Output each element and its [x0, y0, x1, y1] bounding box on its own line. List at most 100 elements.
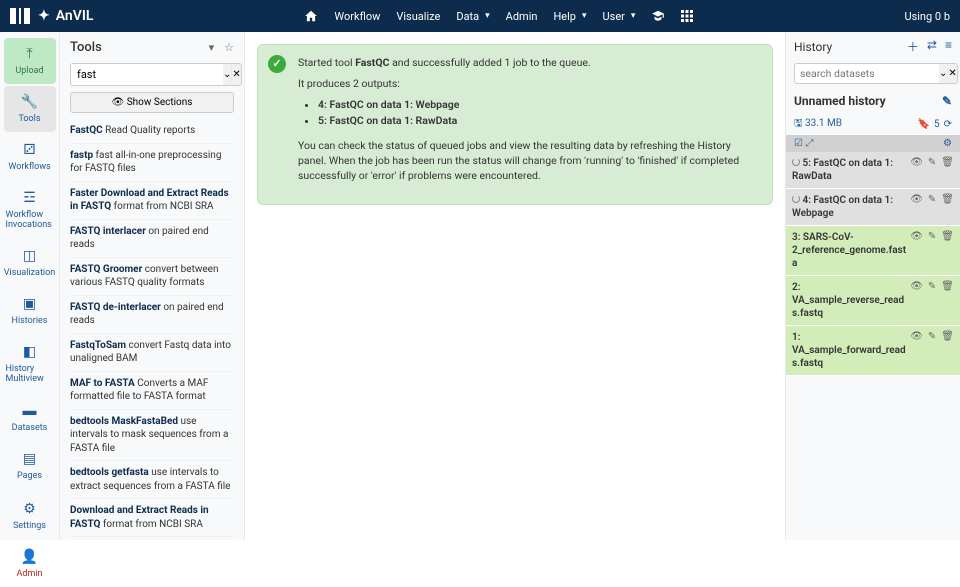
clear-search-button[interactable]: ✕ — [232, 63, 241, 86]
nav-workflow[interactable]: Workflow — [334, 10, 380, 23]
notice-pre: Started tool — [298, 56, 355, 69]
grid-icon[interactable] — [681, 10, 693, 22]
activity-upload[interactable]: ⤒Upload — [4, 38, 56, 84]
notice-post: and successfully added 1 job to the queu… — [389, 56, 590, 69]
activity-tools-label: Tools — [18, 114, 40, 124]
tool-entry[interactable]: Download and Extract Reads in FASTQ form… — [70, 498, 234, 536]
history-name[interactable]: Unnamed history — [794, 94, 886, 108]
activity-admin-label: Admin — [17, 569, 43, 579]
history-size: 33.1 MB — [805, 118, 842, 129]
edit-attrs-icon[interactable]: ✎ — [928, 194, 936, 205]
chart-icon: ◫ — [23, 248, 36, 264]
nav-admin[interactable]: Admin — [506, 10, 538, 23]
history-item[interactable]: 2: VA_sample_reverse_reads.fastq👁✎🗑 — [786, 276, 960, 326]
gear-icon: ⚙ — [23, 501, 36, 517]
home-icon[interactable] — [304, 9, 318, 23]
delete-icon[interactable]: 🗑 — [941, 331, 954, 342]
history-item[interactable]: 3: SARS-CoV-2_reference_genome.fasta👁✎🗑 — [786, 226, 960, 276]
activity-settings-label: Settings — [13, 521, 46, 531]
display-icon[interactable]: 👁 — [910, 157, 923, 168]
display-icon[interactable]: 👁 — [910, 331, 923, 342]
history-search-adv-button[interactable]: ⌄ — [939, 63, 948, 84]
history-search-clear-button[interactable]: ✕ — [948, 63, 957, 84]
grad-cap-icon[interactable] — [651, 9, 665, 23]
database-icon: 🖫 — [794, 118, 803, 129]
activity-workflows-label: Workflows — [8, 162, 50, 172]
history-item-label: 4: FastQC on data 1: Webpage — [792, 194, 906, 220]
top-nav: ✦ AnVIL Workflow Visualize Data Admin He… — [0, 0, 960, 32]
activity-settings[interactable]: ⚙ Settings — [4, 493, 56, 539]
history-count: 5 — [934, 119, 940, 130]
tools-title: Tools — [70, 40, 102, 55]
tool-entry[interactable]: fastp fast all-in-one preprocessing for … — [70, 143, 234, 181]
edit-attrs-icon[interactable]: ✎ — [928, 157, 936, 168]
notice-line2: It produces 2 outputs: — [298, 76, 760, 91]
history-options-icon[interactable]: ≡ — [945, 38, 952, 55]
favorite-icon[interactable]: ☆ — [224, 41, 234, 54]
storage-indicator[interactable]: Using 0 b — [904, 10, 950, 23]
nav-center: Workflow Visualize Data Admin Help User — [93, 9, 904, 23]
tool-list: FastQC Read Quality reportsfastp fast al… — [60, 119, 244, 540]
notice-tool: FastQC — [355, 56, 389, 69]
activity-pages[interactable]: ▤Pages — [4, 443, 56, 489]
panel-view-icon[interactable]: ▾ — [209, 41, 215, 54]
tool-entry[interactable]: bedtools MaskFastaBed use intervals to m… — [70, 409, 234, 461]
tool-entry[interactable]: FastQC Read Quality reports — [70, 119, 234, 143]
activity-history-multiview[interactable]: ◧History Multiview — [4, 336, 56, 392]
activity-admin[interactable]: 👤Admin — [4, 541, 56, 587]
tool-entry[interactable]: MAF to FASTA Converts a MAF formatted fi… — [70, 371, 234, 409]
new-history-icon[interactable]: ＋ — [907, 38, 919, 55]
file-icon: ▤ — [23, 451, 36, 467]
edit-attrs-icon[interactable]: ✎ — [928, 281, 936, 292]
folder-icon: ▬ — [23, 402, 37, 419]
history-item[interactable]: 1: VA_sample_forward_reads.fastq👁✎🗑 — [786, 326, 960, 376]
display-icon[interactable]: 👁 — [910, 194, 923, 205]
activity-histories[interactable]: ▣Histories — [4, 288, 56, 334]
tool-search-input[interactable] — [70, 63, 223, 86]
nav-user[interactable]: User — [603, 10, 636, 23]
nav-help[interactable]: Help — [553, 10, 586, 23]
notice-output-item: 5: FastQC on data 1: RawData — [318, 113, 760, 128]
tool-entry[interactable]: FASTQ interlacer on paired end reads — [70, 219, 234, 257]
edit-attrs-icon[interactable]: ✎ — [928, 331, 936, 342]
tool-entry[interactable]: bedtools getfasta use intervals to extra… — [70, 460, 234, 498]
expand-icon[interactable]: ⤢ — [805, 138, 813, 149]
nav-data[interactable]: Data — [456, 10, 489, 23]
edit-history-icon[interactable]: ✎ — [942, 94, 952, 108]
tool-entry[interactable]: FASTQ de-interlacer on paired end reads — [70, 295, 234, 333]
edit-attrs-icon[interactable]: ✎ — [928, 231, 936, 242]
delete-icon[interactable]: 🗑 — [941, 281, 954, 292]
tag-icon[interactable]: 🔖 — [918, 119, 930, 130]
loading-icon — [792, 195, 800, 203]
clear-search-extra-button[interactable]: ⌄ — [223, 63, 232, 86]
history-title: History — [794, 40, 832, 54]
brand[interactable]: ✦ AnVIL — [10, 8, 93, 24]
delete-icon[interactable]: 🗑 — [941, 231, 954, 242]
switch-history-icon[interactable]: ⇄ — [927, 38, 937, 55]
notice-para: You can check the status of queued jobs … — [298, 138, 760, 184]
history-search-input[interactable] — [794, 63, 939, 84]
nav-visualize[interactable]: Visualize — [396, 10, 440, 23]
history-item[interactable]: 5: FastQC on data 1: RawData👁✎🗑 — [786, 152, 960, 189]
activity-wf-invocations[interactable]: ☲Workflow Invocations — [4, 182, 56, 238]
tool-entry[interactable]: FASTQ Groomer convert between various FA… — [70, 257, 234, 295]
activity-datasets-label: Datasets — [12, 423, 48, 433]
dataset-options-icon[interactable]: ⚙ — [943, 138, 952, 149]
brand-text: AnVIL — [56, 8, 94, 24]
tool-entry[interactable]: FastqToSam convert Fastq data into unali… — [70, 333, 234, 371]
display-icon[interactable]: 👁 — [910, 231, 923, 242]
history-item[interactable]: 4: FastQC on data 1: Webpage 👁 ✎ 🗑 — [786, 189, 960, 226]
activity-workflows[interactable]: ⚂Workflows — [4, 134, 56, 180]
activity-datasets[interactable]: ▬ Datasets — [4, 394, 56, 441]
refresh-icon[interactable]: ⟳ — [944, 119, 952, 130]
activity-visualization[interactable]: ◫Visualization — [4, 240, 56, 286]
checkbox-icon[interactable]: ☑ — [794, 138, 803, 149]
tool-entry[interactable]: Faster Download and Extract Reads in FAS… — [70, 181, 234, 219]
show-sections-button[interactable]: 👁 Show Sections — [70, 92, 234, 113]
display-icon[interactable]: 👁 — [910, 281, 923, 292]
delete-icon[interactable]: 🗑 — [941, 194, 954, 205]
job-notice: ✓ Started tool FastQC and successfully a… — [257, 44, 773, 205]
tool-entry[interactable]: Extract FASTQ in tabular format from a s… — [70, 536, 234, 540]
activity-tools[interactable]: 🔧Tools — [4, 86, 56, 132]
delete-icon[interactable]: 🗑 — [941, 157, 954, 168]
